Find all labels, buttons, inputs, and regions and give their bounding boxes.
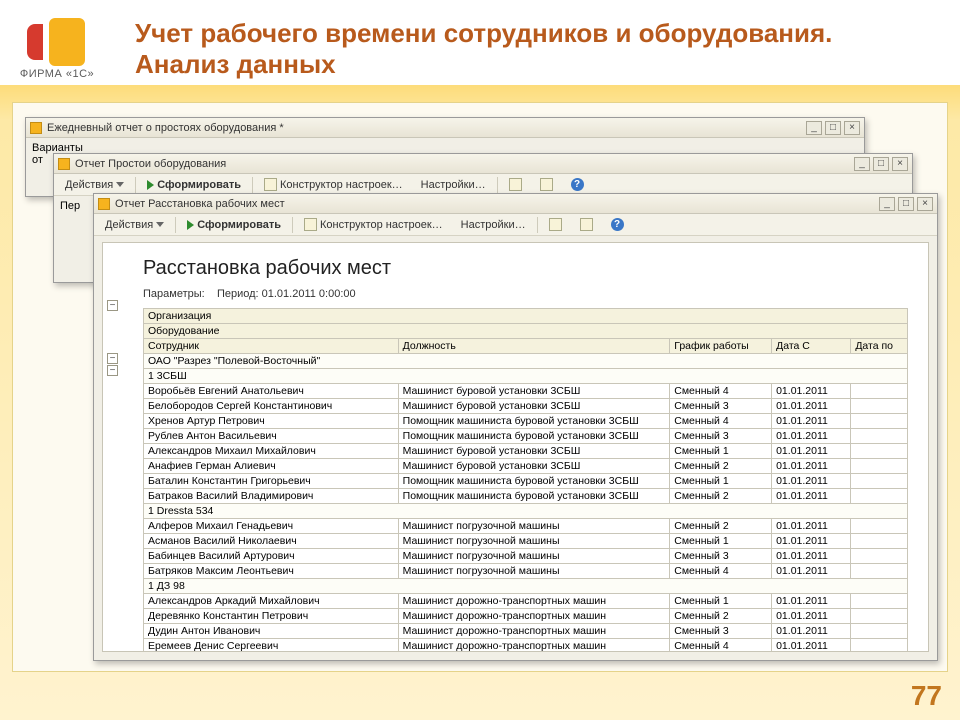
- help-button[interactable]: ?: [564, 176, 591, 193]
- table-row[interactable]: СотрудникДолжностьГрафик работыДата СДат…: [144, 339, 908, 354]
- play-icon: [187, 220, 194, 230]
- content-area: Ежедневный отчет о простоях оборудования…: [12, 102, 948, 672]
- table-row[interactable]: Деревянко Константин ПетровичМашинист до…: [144, 609, 908, 624]
- help-button[interactable]: ?: [604, 216, 631, 233]
- window-title: Отчет Простои оборудования: [75, 158, 854, 170]
- chevron-down-icon: [116, 182, 124, 187]
- constructor-button[interactable]: Конструктор настроек…: [257, 176, 410, 193]
- help-icon: ?: [571, 178, 584, 191]
- table-row[interactable]: Хренов Артур ПетровичПомощник машиниста …: [144, 414, 908, 429]
- table-row[interactable]: 1 3СБШ: [144, 369, 908, 384]
- play-icon: [147, 180, 154, 190]
- table-row[interactable]: Еремеев Денис СергеевичМашинист дорожно-…: [144, 639, 908, 653]
- table-row[interactable]: Оборудование: [144, 324, 908, 339]
- slide-title: Учет рабочего времени сотрудников и обор…: [135, 18, 920, 80]
- table-row[interactable]: 1 Dressta 534: [144, 504, 908, 519]
- minimize-button[interactable]: _: [879, 197, 895, 211]
- table-row[interactable]: Батраков Василий ВладимировичПомощник ма…: [144, 489, 908, 504]
- table-row[interactable]: 1 ДЗ 98: [144, 579, 908, 594]
- maximize-button[interactable]: □: [873, 157, 889, 171]
- tool-icon-1[interactable]: [542, 216, 569, 233]
- constructor-button[interactable]: Конструктор настроек…: [297, 216, 450, 233]
- collapse-button[interactable]: −: [107, 365, 118, 376]
- toolbar: Действия Сформировать Конструктор настро…: [94, 214, 937, 236]
- close-button[interactable]: ×: [917, 197, 933, 211]
- report-body: − − − Расстановка рабочих мест Параметры…: [102, 242, 929, 652]
- table-row[interactable]: Воробьёв Евгений АнатольевичМашинист бур…: [144, 384, 908, 399]
- report-params: Параметры: Период: 01.01.2011 0:00:00: [143, 288, 908, 300]
- window-icon: [98, 198, 110, 210]
- table-row[interactable]: Организация: [144, 309, 908, 324]
- collapse-button[interactable]: −: [107, 300, 118, 311]
- gear-icon: [304, 218, 317, 231]
- table-row[interactable]: Дудин Антон ИвановичМашинист дорожно-тра…: [144, 624, 908, 639]
- minimize-button[interactable]: _: [806, 121, 822, 135]
- tool-icon-2[interactable]: [533, 176, 560, 193]
- table-row[interactable]: Асманов Василий НиколаевичМашинист погру…: [144, 534, 908, 549]
- close-button[interactable]: ×: [892, 157, 908, 171]
- collapse-button[interactable]: −: [107, 353, 118, 364]
- table-row[interactable]: ОАО "Разрез "Полевой-Восточный": [144, 354, 908, 369]
- brand-label: ФИРМА «1С»: [12, 68, 102, 80]
- brand-logo: ФИРМА «1С»: [12, 18, 102, 80]
- report-title: Расстановка рабочих мест: [143, 257, 908, 280]
- maximize-button[interactable]: □: [825, 121, 841, 135]
- tool-icon-1[interactable]: [502, 176, 529, 193]
- chevron-down-icon: [156, 222, 164, 227]
- table-row[interactable]: Баталин Константин ГригорьевичПомощник м…: [144, 474, 908, 489]
- label: от: [32, 154, 43, 166]
- window-title: Отчет Расстановка рабочих мест: [115, 198, 879, 210]
- maximize-button[interactable]: □: [898, 197, 914, 211]
- close-button[interactable]: ×: [844, 121, 860, 135]
- table-row[interactable]: Анафиев Герман АлиевичМашинист буровой у…: [144, 459, 908, 474]
- settings-button[interactable]: Настройки…: [414, 177, 493, 193]
- outline-column: − − −: [107, 299, 135, 641]
- actions-menu[interactable]: Действия: [58, 177, 131, 193]
- generate-button[interactable]: Сформировать: [140, 177, 248, 193]
- tool-icon-2[interactable]: [573, 216, 600, 233]
- settings-button[interactable]: Настройки…: [454, 217, 533, 233]
- table-row[interactable]: Александров Аркадий МихайловичМашинист д…: [144, 594, 908, 609]
- help-icon: ?: [611, 218, 624, 231]
- logo-icon: [27, 18, 87, 66]
- label: Пер: [60, 200, 80, 212]
- table-row[interactable]: Рублев Антон ВасильевичПомощник машинист…: [144, 429, 908, 444]
- table-row[interactable]: Александров Михаил МихайловичМашинист бу…: [144, 444, 908, 459]
- table-row[interactable]: Алферов Михаил ГенадьевичМашинист погруз…: [144, 519, 908, 534]
- gear-icon: [264, 178, 277, 191]
- report-grid: ОрганизацияОборудованиеСотрудникДолжност…: [143, 308, 908, 652]
- window-icon: [58, 158, 70, 170]
- generate-button[interactable]: Сформировать: [180, 217, 288, 233]
- window-icon: [30, 122, 42, 134]
- window-title: Ежедневный отчет о простоях оборудования…: [47, 122, 806, 134]
- minimize-button[interactable]: _: [854, 157, 870, 171]
- actions-menu[interactable]: Действия: [98, 217, 171, 233]
- table-row[interactable]: Белобородов Сергей КонстантиновичМашинис…: [144, 399, 908, 414]
- table-row[interactable]: Бабинцев Василий АртуровичМашинист погру…: [144, 549, 908, 564]
- table-row[interactable]: Батряков Максим ЛеонтьевичМашинист погру…: [144, 564, 908, 579]
- window-workplace-assignment[interactable]: Отчет Расстановка рабочих мест _ □ × Дей…: [93, 193, 938, 661]
- page-number: 77: [911, 680, 942, 712]
